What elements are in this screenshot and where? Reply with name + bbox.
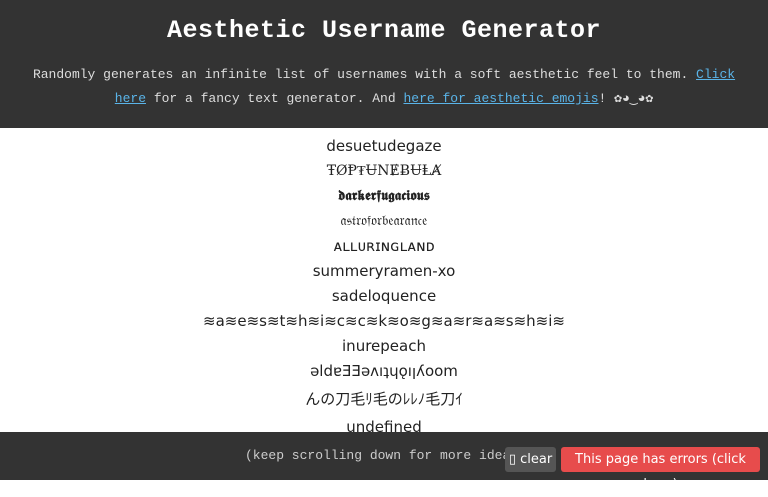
- username-list: desuetudegaze ŦØⱣ₮ɄNɆɃɄⱠȺ 𝖉𝖆𝖗𝖐𝖊𝖗𝖋𝖚𝖌𝖆𝖈𝖎𝖔𝖚…: [0, 128, 768, 440]
- aesthetic-emojis-link[interactable]: here for aesthetic emojis: [403, 91, 598, 106]
- username-item[interactable]: ŦØⱣ₮ɄNɆɃɄⱠȺ: [0, 159, 768, 184]
- username-item[interactable]: んの刀毛ﾘ毛のﾚﾚﾉ毛刀ｲ: [0, 384, 768, 415]
- desc-middle: for a fancy text generator. And: [146, 91, 404, 106]
- desc-prefix: Randomly generates an infinite list of u…: [32, 67, 697, 82]
- username-item[interactable]: sadeloquence: [0, 284, 768, 309]
- username-item[interactable]: ǝldɐƎƎǝʌıʇɥǫıןʎoom: [0, 359, 768, 384]
- clear-button[interactable]: ▯ clear: [505, 447, 556, 472]
- username-item[interactable]: ᴀʟʟᴜʀɪɴɢʟᴀɴᴅ: [0, 234, 768, 259]
- username-item[interactable]: 𝖉𝖆𝖗𝖐𝖊𝖗𝖋𝖚𝖌𝖆𝖈𝖎𝖔𝖚𝖘: [0, 184, 768, 209]
- username-item[interactable]: ≋a≋e≋s≋t≋h≋i≋c≋c≋k≋o≋g≋a≋r≋a≋s≋h≋i≋: [0, 309, 768, 334]
- desc-suffix: ! ✿◕‿◕✿: [598, 91, 654, 106]
- username-item[interactable]: summeryramen-xo: [0, 259, 768, 284]
- username-item[interactable]: inurepeach: [0, 334, 768, 359]
- page-title: Aesthetic Username Generator: [166, 16, 602, 45]
- page-description: Randomly generates an infinite list of u…: [24, 63, 744, 111]
- page-header: Aesthetic Username Generator Randomly ge…: [0, 0, 768, 128]
- scroll-hint: (keep scrolling down for more ideas): [245, 448, 526, 463]
- clear-label: clear: [520, 452, 553, 467]
- trash-icon: ▯: [508, 452, 516, 467]
- username-item[interactable]: 𝔞𝔰𝔱𝔯𝔬𝔣𝔬𝔯𝔟𝔢𝔞𝔯𝔞𝔫𝔠𝔢: [0, 209, 768, 234]
- page-errors-button[interactable]: This page has errors (click here): [561, 447, 760, 492]
- username-item[interactable]: desuetudegaze: [0, 134, 768, 159]
